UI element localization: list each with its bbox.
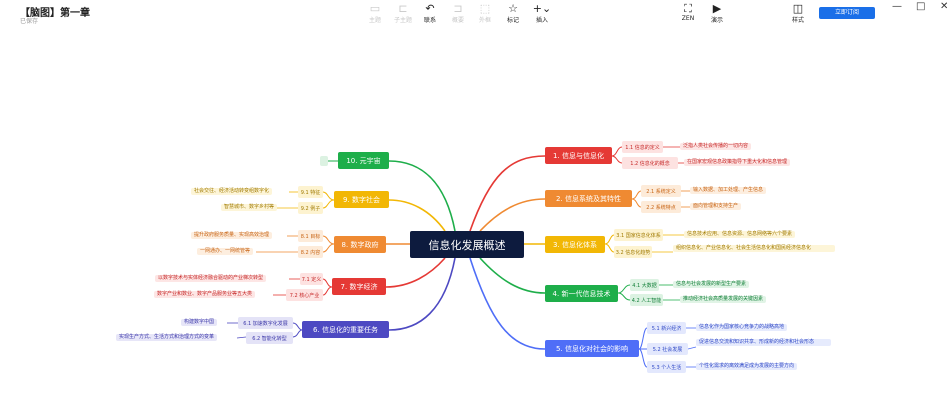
branch-9-1-detail[interactable]: 社会交往、经济活动转变组数字化 bbox=[191, 188, 273, 195]
branch-7-1-detail[interactable]: 以数字技术与实体经济融合驱动的产业梯次转型 bbox=[155, 275, 267, 282]
branch-7-1[interactable]: 7.1 定义 bbox=[300, 273, 323, 285]
branch-4[interactable]: 4. 新一代信息技术 bbox=[545, 285, 618, 302]
branch-2-1-detail[interactable]: 输入数据、加工处理、产生信息 bbox=[690, 187, 767, 194]
branch-5-2-detail[interactable]: 促进信息交流和知识共享、形成新的经济和社会形态 bbox=[696, 339, 831, 346]
branch-5-3-detail[interactable]: 个性化需求的离效满足成为发展的主要方向 bbox=[696, 363, 798, 370]
branch-10-empty-child[interactable] bbox=[320, 156, 328, 166]
branch-4-2-detail[interactable]: 推动经济社会高质量发展的关键因素 bbox=[680, 296, 767, 303]
branch-8-2-detail[interactable]: 一网通办、一网统管等 bbox=[197, 248, 254, 255]
root-topic[interactable]: 信息化发展概述 bbox=[410, 231, 524, 258]
branch-9-2-detail[interactable]: 智慧城市、数字乡村等 bbox=[221, 204, 278, 211]
branch-6-2[interactable]: 6.2 智能化转型 bbox=[246, 332, 293, 344]
branch-5-1-detail[interactable]: 信息化作为国家核心竞争力的战略高地 bbox=[696, 324, 788, 331]
branch-1-1[interactable]: 1.1 信息的定义 bbox=[622, 141, 663, 153]
branch-10[interactable]: 10. 元宇宙 bbox=[338, 152, 389, 169]
branch-6-2-detail[interactable]: 实现生产方式、生活方式和治理方式的变革 bbox=[116, 334, 218, 341]
branch-7-2[interactable]: 7.2 核心产业 bbox=[286, 289, 323, 301]
branch-6-1-detail[interactable]: 构建数字中国 bbox=[181, 319, 218, 326]
branch-8-1-detail[interactable]: 提升政府服务质量、实现高效治理 bbox=[191, 232, 273, 239]
branch-3-1[interactable]: 3.1 国家信息化体系 bbox=[614, 229, 663, 241]
branch-4-2[interactable]: 4.2 人工智能 bbox=[630, 294, 663, 306]
branch-1-2[interactable]: 1.2 信息化的概念 bbox=[622, 157, 678, 169]
branch-4-1-detail[interactable]: 信息与社会发展的新型生产要素 bbox=[673, 281, 750, 288]
branch-1[interactable]: 1. 信息与信息化 bbox=[545, 147, 612, 164]
branch-9-1[interactable]: 9.1 特征 bbox=[298, 186, 323, 198]
branch-9-2[interactable]: 9.2 例子 bbox=[298, 202, 323, 214]
branch-2-2[interactable]: 2.2 系统特点 bbox=[641, 201, 681, 213]
branch-8-2[interactable]: 8.2 内容 bbox=[298, 246, 323, 258]
branch-8[interactable]: 8. 数字政府 bbox=[334, 236, 386, 253]
branch-7[interactable]: 7. 数字经济 bbox=[332, 278, 386, 295]
branch-5[interactable]: 5. 信息化对社会的影响 bbox=[545, 340, 639, 357]
branch-6-1[interactable]: 6.1 加速数字化发展 bbox=[238, 317, 293, 329]
branch-1-1-detail[interactable]: 泛指人类社会传播的一切内容 bbox=[680, 143, 752, 150]
branch-6[interactable]: 6. 信息化的重要任务 bbox=[302, 321, 389, 338]
branch-3[interactable]: 3. 信息化体系 bbox=[545, 236, 605, 253]
branch-3-2-detail[interactable]: 组织信息化、产业信息化、社会生活信息化和国民经济信息化 bbox=[673, 245, 835, 252]
branch-5-1[interactable]: 5.1 新兴经济 bbox=[647, 322, 686, 334]
branch-5-3[interactable]: 5.3 个人生活 bbox=[647, 361, 686, 373]
branch-9[interactable]: 9. 数字社会 bbox=[334, 191, 389, 208]
branch-3-2[interactable]: 3.2 信息化趋势 bbox=[614, 246, 652, 258]
branch-8-1[interactable]: 8.1 目标 bbox=[298, 230, 323, 242]
branch-3-1-detail[interactable]: 信息技术应用、信息资源、信息网络等六个要素 bbox=[684, 231, 796, 238]
branch-4-1[interactable]: 4.1 大数据 bbox=[630, 279, 659, 291]
branch-2[interactable]: 2. 信息系统及其特性 bbox=[545, 190, 632, 207]
branch-1-2-detail[interactable]: 在国家宏观信息政策指导下重大化和信息管理 bbox=[684, 159, 791, 166]
branch-2-1[interactable]: 2.1 系统定义 bbox=[641, 185, 681, 197]
branch-2-2-detail[interactable]: 面向管理和支持生产 bbox=[690, 203, 742, 210]
branch-7-2-detail[interactable]: 数字产业和数业、数字产品服务业等五大类 bbox=[154, 291, 256, 298]
branch-5-2[interactable]: 5.2 社会发展 bbox=[647, 343, 688, 355]
